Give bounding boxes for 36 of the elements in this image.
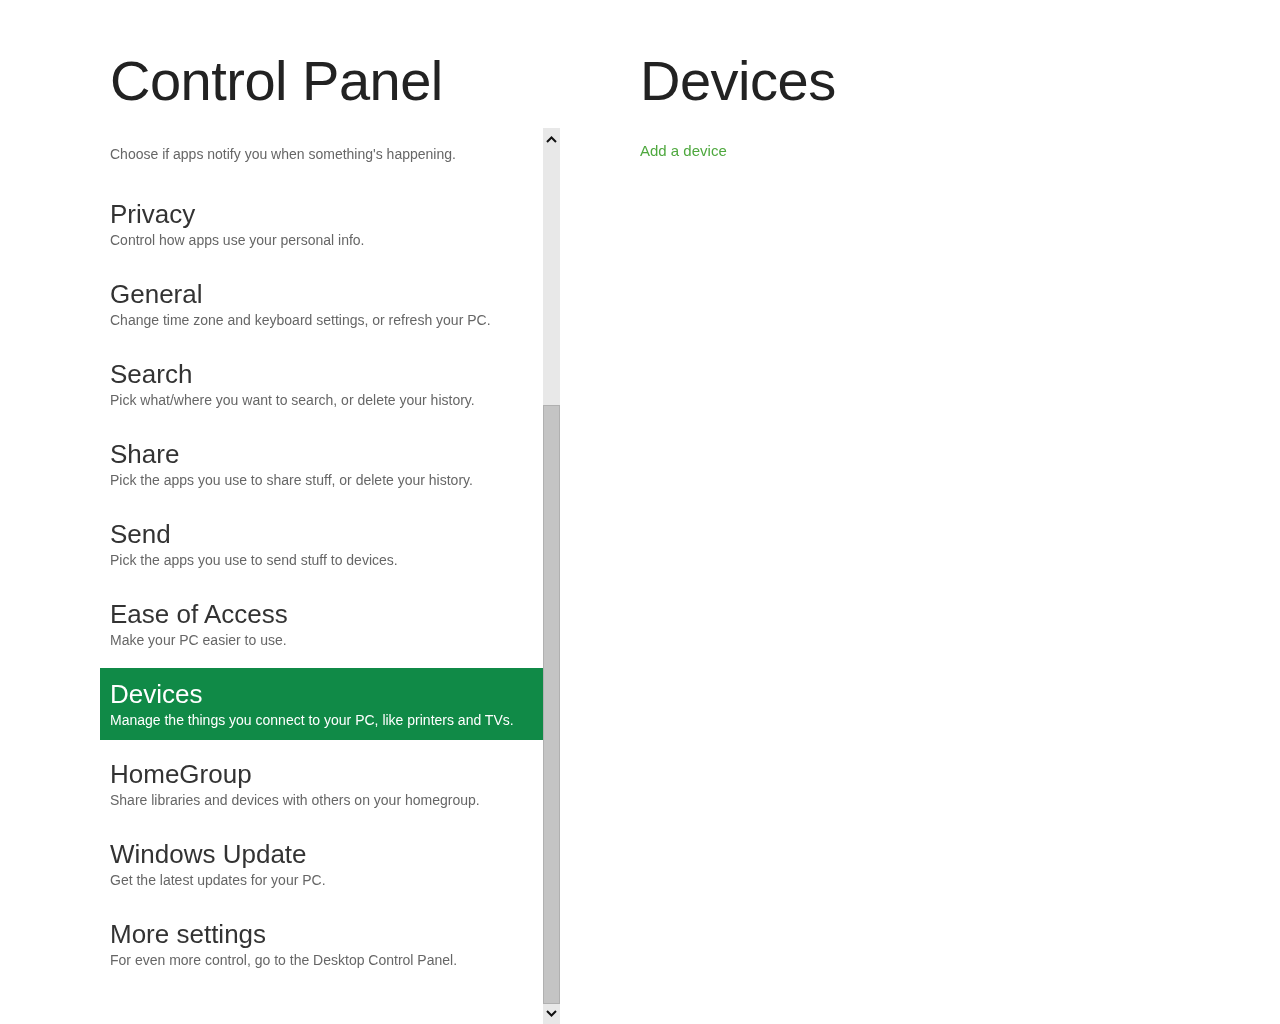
section-title: Devices [640, 48, 836, 114]
item-title: Share [110, 438, 181, 470]
settings-item[interactable]: Windows Update Get the latest updates for your PC. [100, 828, 543, 900]
item-title: Ease of Access [110, 598, 289, 630]
page-title: Control Panel [110, 48, 444, 114]
settings-item[interactable]: General Change time zone and keyboard settings, or refresh your PC. [100, 268, 543, 340]
item-title: Devices [110, 678, 204, 710]
settings-item[interactable]: Search Pick what/where you want to search, or delete your history. [100, 348, 543, 420]
settings-item[interactable]: Choose if apps notify you when something's happening. [100, 128, 543, 180]
scrollbar-thumb[interactable] [543, 405, 560, 1004]
item-title: More settings [110, 918, 268, 950]
settings-item[interactable]: Send Pick the apps you use to send stuff to devices. [100, 508, 543, 580]
item-description: Get the latest updates for your PC. [110, 871, 327, 890]
settings-item[interactable]: Ease of Access Make your PC easier to use. [100, 588, 543, 660]
item-title: Send [110, 518, 172, 550]
settings-item[interactable]: HomeGroup Share libraries and devices with others on your homegroup. [100, 748, 543, 820]
item-title: Windows Update [110, 838, 308, 870]
settings-item[interactable]: Privacy Control how apps use your personal info. [100, 188, 543, 260]
item-description: Make your PC easier to use. [110, 631, 288, 650]
item-description: Control how apps use your personal info. [110, 231, 366, 250]
item-title: Privacy [110, 198, 197, 230]
item-title: Search [110, 358, 194, 390]
scrollbar[interactable] [543, 128, 560, 1024]
item-description: Pick the apps you use to send stuff to devices. [110, 551, 399, 570]
settings-item[interactable]: Share Pick the apps you use to share stuff, or delete your history. [100, 428, 543, 500]
item-description: Choose if apps notify you when something's happening. [110, 145, 457, 164]
item-title: General [110, 278, 204, 310]
item-description: Change time zone and keyboard settings, or refresh your PC. [110, 311, 492, 330]
item-description: Pick what/where you want to search, or delete your history. [110, 391, 476, 410]
settings-item[interactable]: More settings For even more control, go to the Desktop Control Panel. [100, 908, 543, 980]
settings-item[interactable]: Devices Manage the things you connect to your PC, like printers and TVs. [100, 668, 543, 740]
item-description: Share libraries and devices with others on your homegroup. [110, 791, 481, 810]
item-title: HomeGroup [110, 758, 253, 790]
item-description: Pick the apps you use to share stuff, or delete your history. [110, 471, 474, 490]
item-description: Manage the things you connect to your PC, like printers and TVs. [110, 711, 515, 730]
item-description: For even more control, go to the Desktop Control Panel. [110, 951, 459, 970]
